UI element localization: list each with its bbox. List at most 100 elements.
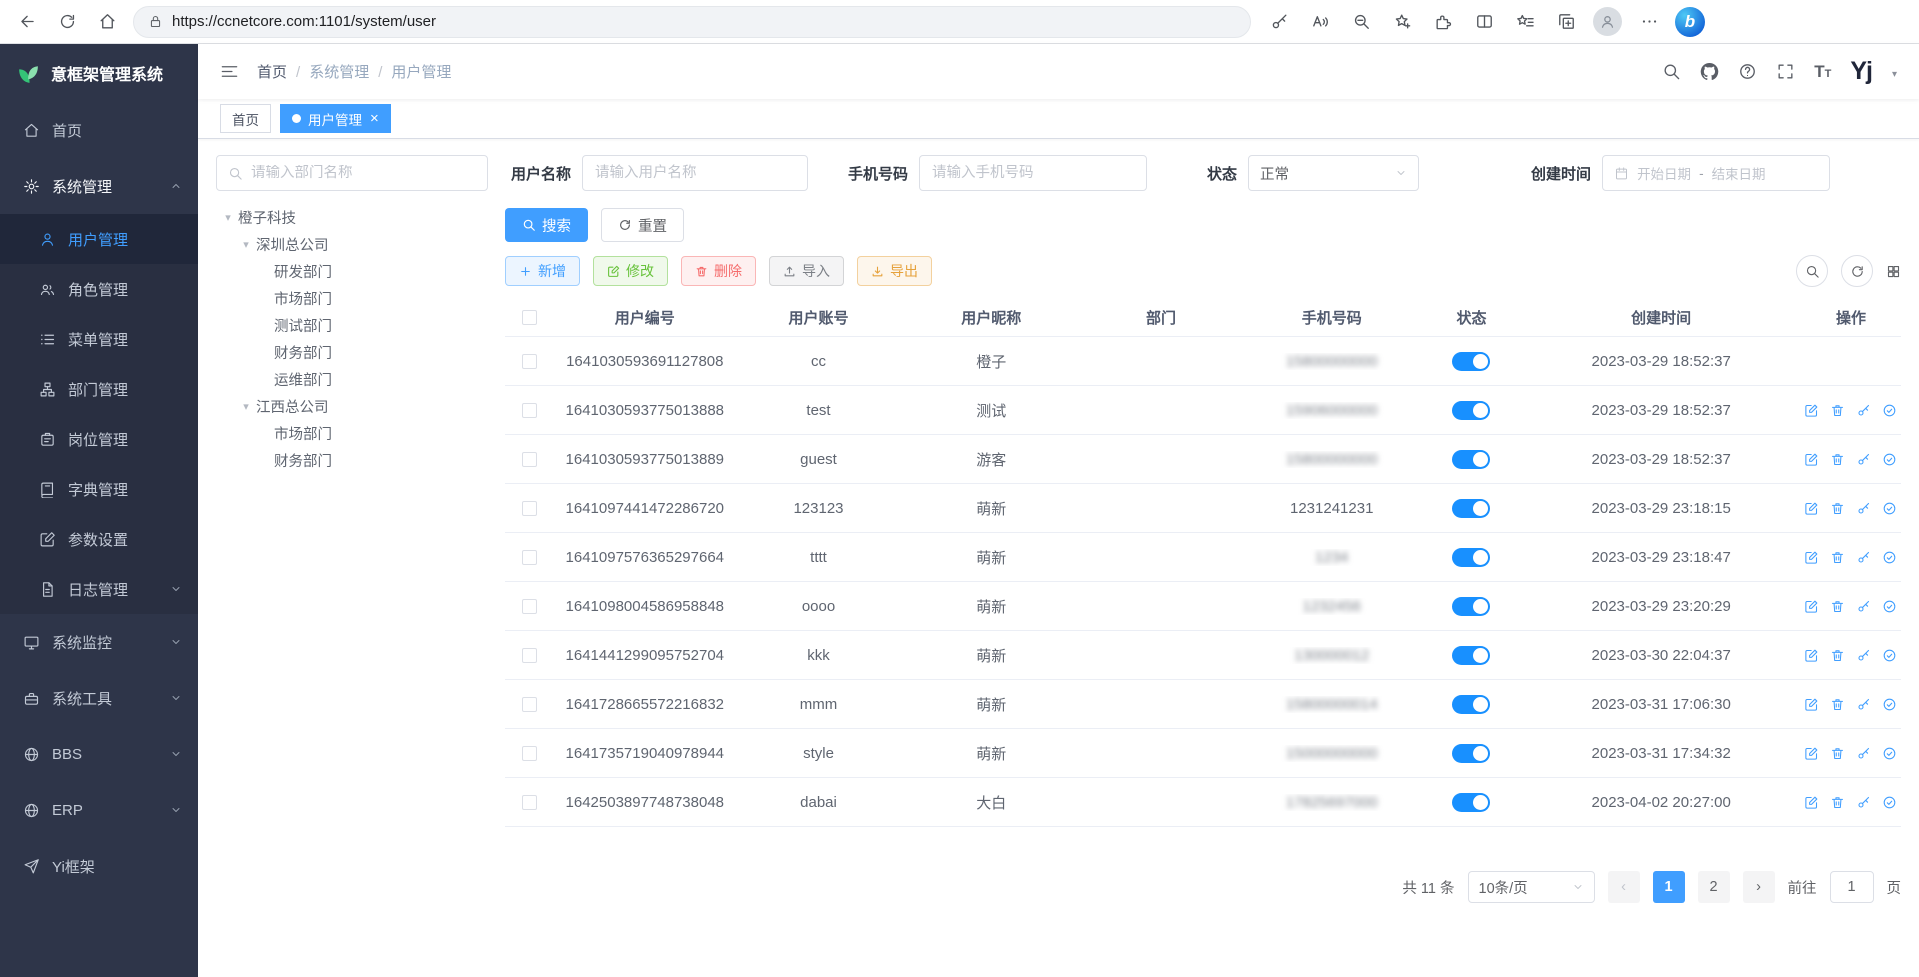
sidebar-item-post-management[interactable]: 岗位管理: [0, 414, 198, 464]
caret-down-icon[interactable]: ▾: [236, 238, 256, 251]
search-button[interactable]: 搜索: [505, 208, 588, 242]
delete-icon[interactable]: [1830, 795, 1845, 810]
toggle-search-button[interactable]: [1796, 255, 1828, 287]
help-icon[interactable]: [1738, 62, 1757, 81]
edit-icon[interactable]: [1804, 501, 1819, 516]
delete-icon[interactable]: [1830, 501, 1845, 516]
github-icon[interactable]: [1700, 62, 1719, 81]
extensions-icon[interactable]: [1424, 3, 1462, 41]
dept-search-box[interactable]: [216, 155, 488, 191]
username-input[interactable]: [582, 155, 808, 191]
edit-icon[interactable]: [1804, 403, 1819, 418]
sidebar-item-bbs[interactable]: BBS: [0, 726, 198, 782]
copilot-icon[interactable]: b: [1675, 7, 1705, 37]
tree-node[interactable]: 市场部门: [216, 420, 488, 447]
zoom-out-icon[interactable]: [1342, 3, 1380, 41]
reset-password-icon[interactable]: [1856, 452, 1871, 467]
sidebar-item-erp[interactable]: ERP: [0, 782, 198, 838]
tab-user-management[interactable]: 用户管理 ×: [280, 104, 391, 133]
status-toggle[interactable]: [1452, 401, 1490, 420]
row-checkbox[interactable]: [522, 452, 537, 467]
sidebar-item-yi-framework[interactable]: Yi框架: [0, 838, 198, 894]
edit-icon[interactable]: [1804, 648, 1819, 663]
page-size-select[interactable]: 10条/页: [1468, 871, 1595, 903]
assign-role-icon[interactable]: [1882, 746, 1897, 761]
sidebar-item-log-management[interactable]: 日志管理: [0, 564, 198, 614]
edit-icon[interactable]: [1804, 795, 1819, 810]
delete-icon[interactable]: [1830, 599, 1845, 614]
assign-role-icon[interactable]: [1882, 403, 1897, 418]
columns-toggle-button[interactable]: [1886, 264, 1901, 279]
profile-avatar[interactable]: [1593, 7, 1622, 36]
row-checkbox[interactable]: [522, 403, 537, 418]
date-range-picker[interactable]: 开始日期 - 结束日期: [1602, 155, 1830, 191]
delete-icon[interactable]: [1830, 403, 1845, 418]
status-toggle[interactable]: [1452, 597, 1490, 616]
refresh-table-button[interactable]: [1841, 255, 1873, 287]
reset-button[interactable]: 重置: [601, 208, 684, 242]
edit-icon[interactable]: [1804, 697, 1819, 712]
sidebar-item-system-tools[interactable]: 系统工具: [0, 670, 198, 726]
sidebar-item-system-monitor[interactable]: 系统监控: [0, 614, 198, 670]
assign-role-icon[interactable]: [1882, 599, 1897, 614]
address-bar[interactable]: https://ccnetcore.com:1101/system/user: [133, 6, 1251, 38]
assign-role-icon[interactable]: [1882, 795, 1897, 810]
sidebar-item-system-management[interactable]: 系统管理: [0, 158, 198, 214]
import-button[interactable]: 导入: [769, 256, 844, 286]
caret-down-icon[interactable]: ▾: [218, 211, 238, 224]
collapse-sidebar-icon[interactable]: [220, 62, 239, 81]
reset-password-icon[interactable]: [1856, 648, 1871, 663]
status-select[interactable]: 正常: [1248, 155, 1419, 191]
split-screen-icon[interactable]: [1465, 3, 1503, 41]
search-icon[interactable]: [1662, 62, 1681, 81]
reset-password-icon[interactable]: [1856, 550, 1871, 565]
refresh-icon[interactable]: [48, 3, 86, 41]
export-button[interactable]: 导出: [857, 256, 932, 286]
row-checkbox[interactable]: [522, 550, 537, 565]
goto-page-input[interactable]: [1830, 871, 1874, 903]
row-checkbox[interactable]: [522, 599, 537, 614]
sidebar-item-role-management[interactable]: 角色管理: [0, 264, 198, 314]
user-logo[interactable]: Yj: [1850, 59, 1872, 84]
assign-role-icon[interactable]: [1882, 452, 1897, 467]
row-checkbox[interactable]: [522, 648, 537, 663]
sidebar-item-menu-management[interactable]: 菜单管理: [0, 314, 198, 364]
row-checkbox[interactable]: [522, 795, 537, 810]
add-button[interactable]: 新增: [505, 256, 580, 286]
page-button-2[interactable]: 2: [1698, 871, 1730, 903]
tree-node[interactable]: 研发部门: [216, 258, 488, 285]
status-toggle[interactable]: [1452, 499, 1490, 518]
add-favorite-icon[interactable]: [1383, 3, 1421, 41]
tree-node[interactable]: 财务部门: [216, 447, 488, 474]
prev-page-button[interactable]: ‹: [1608, 871, 1640, 903]
delete-button[interactable]: 删除: [681, 256, 756, 286]
assign-role-icon[interactable]: [1882, 501, 1897, 516]
edit-icon[interactable]: [1804, 599, 1819, 614]
status-toggle[interactable]: [1452, 695, 1490, 714]
caret-down-icon[interactable]: ▾: [236, 400, 256, 413]
row-checkbox[interactable]: [522, 501, 537, 516]
status-toggle[interactable]: [1452, 352, 1490, 371]
edit-icon[interactable]: [1804, 550, 1819, 565]
tree-node[interactable]: 市场部门: [216, 285, 488, 312]
row-checkbox[interactable]: [522, 354, 537, 369]
phone-input[interactable]: [919, 155, 1147, 191]
sidebar-item-user-management[interactable]: 用户管理: [0, 214, 198, 264]
sidebar-item-dict-management[interactable]: 字典管理: [0, 464, 198, 514]
back-icon[interactable]: [8, 3, 46, 41]
status-toggle[interactable]: [1452, 793, 1490, 812]
tree-node[interactable]: 运维部门: [216, 366, 488, 393]
reset-password-icon[interactable]: [1856, 697, 1871, 712]
delete-icon[interactable]: [1830, 648, 1845, 663]
row-checkbox[interactable]: [522, 746, 537, 761]
breadcrumb-home[interactable]: 首页: [257, 61, 287, 82]
collections-icon[interactable]: [1547, 3, 1585, 41]
font-size-icon[interactable]: TT: [1814, 63, 1831, 80]
reset-password-icon[interactable]: [1856, 403, 1871, 418]
read-aloud-icon[interactable]: [1301, 3, 1339, 41]
delete-icon[interactable]: [1830, 452, 1845, 467]
delete-icon[interactable]: [1830, 746, 1845, 761]
status-toggle[interactable]: [1452, 548, 1490, 567]
tree-node[interactable]: 测试部门: [216, 312, 488, 339]
row-checkbox[interactable]: [522, 697, 537, 712]
